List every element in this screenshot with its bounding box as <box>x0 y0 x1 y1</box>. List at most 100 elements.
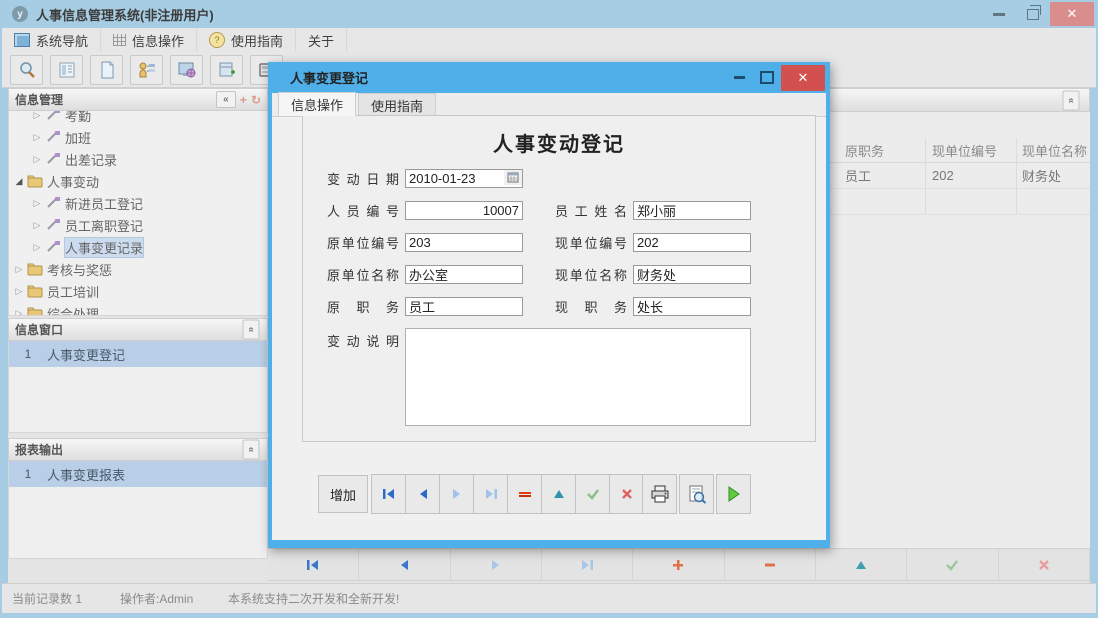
collapse-arrow-icon[interactable]: ◢ <box>13 176 25 187</box>
column-header[interactable]: 原职务 <box>845 138 925 162</box>
nav-next-button[interactable] <box>451 549 542 580</box>
old-unit-no-label: 原单位编号 <box>327 233 399 252</box>
old-unit-name-label: 原单位名称 <box>327 265 399 284</box>
list-item-change-register[interactable]: 1 人事变更登记 <box>9 341 267 367</box>
system-nav-icon <box>14 33 30 47</box>
info-panel-title: 信息管理 <box>15 91 63 108</box>
tree-item-overtime[interactable]: ▷ 加班 <box>9 126 267 148</box>
column-header[interactable]: 现单位编号 <box>932 138 1016 162</box>
expand-arrow-icon[interactable]: ▷ <box>31 198 43 209</box>
new-title-input[interactable] <box>633 297 751 316</box>
expand-arrow-icon[interactable]: ▷ <box>13 264 25 275</box>
first-record-icon <box>382 488 396 500</box>
new-unit-name-input[interactable] <box>633 265 751 284</box>
nav-last-button[interactable] <box>542 549 633 580</box>
expand-arrow-icon[interactable]: ▷ <box>31 154 43 165</box>
edit-button[interactable] <box>541 474 576 514</box>
next-button[interactable] <box>439 474 474 514</box>
next-record-icon <box>490 559 502 571</box>
nav-cancel-button[interactable] <box>999 549 1090 580</box>
folder-icon <box>27 306 43 316</box>
status-bar: 当前记录数 1 操作者:Admin 本系统支持二次开发和全新开发! <box>2 583 1096 613</box>
tree-item-assessment[interactable]: ▷ 考核与奖惩 <box>9 258 267 280</box>
expand-arrow-icon[interactable]: ▷ <box>31 220 43 231</box>
hr-chart-button[interactable] <box>130 55 163 85</box>
expand-arrow-icon[interactable]: ▷ <box>13 308 25 317</box>
expand-arrow-icon[interactable]: ▷ <box>13 286 25 297</box>
wand-icon <box>45 196 61 210</box>
nav-prior-button[interactable] <box>359 549 450 580</box>
prior-button[interactable] <box>405 474 440 514</box>
change-form: 人事变动登记 变动日期 <box>302 115 816 442</box>
tree-item-personnel-change[interactable]: ◢ 人事变动 <box>9 170 267 192</box>
nav-first-button[interactable] <box>268 549 359 580</box>
dialog-close-button[interactable]: ✕ <box>781 65 825 91</box>
old-title-input[interactable] <box>405 297 523 316</box>
emp-no-input[interactable] <box>405 201 523 220</box>
menu-info-ops[interactable]: 信息操作 <box>101 28 197 52</box>
old-unit-no-input[interactable] <box>405 233 523 252</box>
old-unit-name-input[interactable] <box>405 265 523 284</box>
close-button[interactable]: ✕ <box>1050 2 1094 26</box>
nav-insert-button[interactable] <box>633 549 724 580</box>
list-item-change-report[interactable]: 1 人事变更报表 <box>9 461 267 487</box>
emp-name-input[interactable] <box>633 201 751 220</box>
delete-button[interactable] <box>507 474 542 514</box>
plus-icon[interactable]: + <box>240 93 247 107</box>
dialog-minimize-button[interactable] <box>725 62 753 93</box>
expand-arrow-icon[interactable]: ▷ <box>31 242 43 253</box>
restore-button[interactable] <box>1016 3 1050 25</box>
expand-arrow-icon[interactable]: ▷ <box>31 111 43 121</box>
execute-button[interactable] <box>716 474 751 514</box>
preview-button[interactable] <box>679 474 714 514</box>
cancel-button[interactable] <box>609 474 644 514</box>
tree-item-resignation[interactable]: ▷ 员工离职登记 <box>9 214 267 236</box>
last-button[interactable] <box>473 474 508 514</box>
tree-item-attendance[interactable]: ▷ 考勤 <box>9 111 267 126</box>
tree-item-business-trip[interactable]: ▷ 出差记录 <box>9 148 267 170</box>
tab-guide[interactable]: 使用指南 <box>358 93 436 116</box>
print-button[interactable] <box>642 474 677 514</box>
menu-about[interactable]: 关于 <box>296 28 347 52</box>
collapse-up-icon[interactable]: « <box>1063 90 1080 110</box>
tree-item-change-record[interactable]: ▷ 人事变更记录 <box>9 236 267 258</box>
database-add-button[interactable] <box>210 55 243 85</box>
windows-panel-header: 信息窗口 « <box>8 318 268 341</box>
tab-info-ops[interactable]: 信息操作 <box>278 92 356 116</box>
minus-icon <box>764 562 776 568</box>
form-view-button[interactable] <box>50 55 83 85</box>
plus-icon <box>672 559 684 571</box>
new-unit-no-input[interactable] <box>633 233 751 252</box>
collapse-up-icon[interactable]: « <box>243 320 260 340</box>
tree-item-comprehensive[interactable]: ▷ 综合处理 <box>9 302 267 316</box>
collapse-up-icon[interactable]: « <box>243 440 260 460</box>
folder-icon <box>27 262 43 276</box>
refresh-icon[interactable]: ↻ <box>251 93 261 107</box>
folder-icon <box>27 284 43 298</box>
search-button[interactable] <box>10 55 43 85</box>
expand-arrow-icon[interactable]: ▷ <box>31 132 43 143</box>
menu-guide[interactable]: ? 使用指南 <box>197 28 296 52</box>
dialog-maximize-button[interactable] <box>753 62 781 93</box>
dialog-title: 人事变更登记 <box>290 68 368 87</box>
nav-delete-button[interactable] <box>725 549 816 580</box>
nav-post-button[interactable] <box>907 549 998 580</box>
first-button[interactable] <box>371 474 406 514</box>
collapse-left-icon[interactable]: « <box>216 91 236 108</box>
status-note: 本系统支持二次开发和全新开发! <box>218 590 409 607</box>
add-button[interactable]: 增加 <box>318 475 368 513</box>
column-header[interactable]: 现单位名称 <box>1022 138 1098 162</box>
post-button[interactable] <box>575 474 610 514</box>
minimize-button[interactable] <box>982 3 1016 25</box>
menu-system-nav[interactable]: 系统导航 <box>2 28 101 52</box>
note-textarea[interactable] <box>405 328 751 426</box>
prior-record-icon <box>417 488 429 500</box>
calendar-dropdown-button[interactable] <box>504 170 522 185</box>
close-icon: ✕ <box>1067 6 1078 22</box>
tree-item-training[interactable]: ▷ 员工培训 <box>9 280 267 302</box>
monitor-button[interactable] <box>170 55 203 85</box>
new-unit-no-label: 现单位编号 <box>555 233 627 252</box>
tree-item-new-employee[interactable]: ▷ 新进员工登记 <box>9 192 267 214</box>
document-button[interactable] <box>90 55 123 85</box>
nav-edit-button[interactable] <box>816 549 907 580</box>
